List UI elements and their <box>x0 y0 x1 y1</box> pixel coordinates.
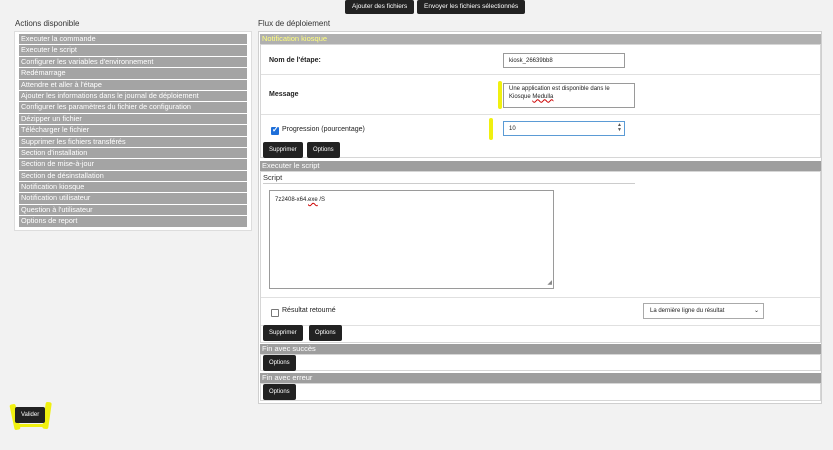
step-name-label: Nom de l'étape: <box>269 57 321 64</box>
action-update-section[interactable]: Section de mise-à-jour <box>19 159 247 170</box>
step-name-input[interactable]: kiosk_26639bb8 <box>503 53 625 68</box>
script-textarea[interactable]: 7z2408-x64.exe /S ◢ <box>269 190 554 289</box>
progress-checkbox[interactable] <box>271 125 279 135</box>
message-label: Message <box>269 91 299 98</box>
progress-label: Progression (pourcentage) <box>282 126 365 133</box>
message-textarea[interactable]: Une application est disponible dans le K… <box>503 83 635 108</box>
action-wait-goto-step[interactable]: Attendre et aller à l'étape <box>19 79 247 90</box>
action-user-question[interactable]: Question à l'utilisateur <box>19 204 247 216</box>
actions-list: Executer la commande Executer le script … <box>14 31 252 231</box>
spinner-icon[interactable]: ▲ ▼ <box>617 123 622 133</box>
progress-value: 10 <box>509 126 516 132</box>
script-section-body: Script 7z2408-x64.exe /S ◢ Résultat retou… <box>260 171 821 343</box>
action-uninstall-section[interactable]: Section de désinstallation <box>19 170 247 182</box>
action-reboot[interactable]: Redémarrage <box>19 68 247 79</box>
script-text: 7z2408-x64. <box>275 197 309 203</box>
result-label: Résultat retourné <box>282 307 336 314</box>
success-section-body: Options <box>260 354 821 371</box>
script-label: Script <box>263 173 283 182</box>
action-configure-env-vars[interactable]: Configurer les variables d'environnement <box>19 56 247 68</box>
kiosk-section-header[interactable]: Notification kiosque <box>260 34 821 44</box>
message-row: Message Une application est disponible d… <box>261 75 820 115</box>
highlight-mark <box>498 81 502 109</box>
send-selected-files-button[interactable]: Envoyer les fichiers sélectionnés <box>417 0 526 14</box>
progress-input[interactable]: 10 ▲ ▼ <box>503 121 625 136</box>
message-text-underlined: Medulla <box>532 93 554 100</box>
script-section-header[interactable]: Executer le script <box>260 161 821 171</box>
action-execute-script[interactable]: Executer le script <box>19 45 247 56</box>
action-configure-config-file[interactable]: Configurer les paramètres du fichier de … <box>19 102 247 113</box>
action-kiosk-notification[interactable]: Notification kiosque <box>19 182 247 193</box>
resize-handle-icon[interactable]: ◢ <box>547 279 552 288</box>
result-select-value: La dernière ligne du résultat <box>650 308 725 314</box>
action-delete-transferred-files[interactable]: Supprimer les fichiers transférés <box>19 136 247 147</box>
kiosk-delete-button[interactable]: Supprimer <box>263 142 303 158</box>
divider <box>261 297 820 298</box>
kiosk-options-button[interactable]: Options <box>307 142 340 158</box>
deployment-flow: Notification kiosque Nom de l'étape: kio… <box>258 31 822 404</box>
success-options-button[interactable]: Options <box>263 355 296 371</box>
result-select[interactable]: La dernière ligne du résultat ⌄ <box>643 303 764 319</box>
script-text-suffix: /S <box>317 197 326 203</box>
action-install-section[interactable]: Section d'installation <box>19 147 247 159</box>
chevron-down-icon: ⌄ <box>753 308 759 314</box>
error-section-header[interactable]: Fin avec erreur <box>260 373 821 383</box>
action-user-notification[interactable]: Notification utilisateur <box>19 193 247 204</box>
kiosk-section-body: Nom de l'étape: kiosk_26639bb8 Message U… <box>260 44 821 158</box>
action-download-file[interactable]: Télécharger le fichier <box>19 125 247 136</box>
error-section-body: Options <box>260 383 821 401</box>
action-defer-options[interactable]: Options de report <box>19 216 247 227</box>
validate-button[interactable]: Valider <box>15 407 46 423</box>
divider <box>261 325 820 326</box>
add-files-button[interactable]: Ajouter des fichiers <box>345 0 415 14</box>
success-section-header[interactable]: Fin avec succès <box>260 344 821 354</box>
action-unzip-file[interactable]: Dézipper un fichier <box>19 113 247 125</box>
highlight-mark <box>489 118 493 140</box>
script-text-underlined: exe <box>308 197 318 203</box>
highlight-mark <box>14 424 48 427</box>
divider <box>263 183 635 184</box>
script-delete-button[interactable]: Supprimer <box>263 325 303 341</box>
step-name-row: Nom de l'étape: kiosk_26639bb8 <box>261 45 820 75</box>
error-options-button[interactable]: Options <box>263 384 296 400</box>
script-options-button[interactable]: Options <box>309 325 342 341</box>
flow-panel-title: Flux de déploiement <box>258 19 331 28</box>
message-text: Une application est disponible dans le K… <box>509 86 610 100</box>
actions-panel-title: Actions disponible <box>15 19 80 28</box>
action-execute-command[interactable]: Executer la commande <box>19 34 247 45</box>
action-add-log-info[interactable]: Ajouter les informations dans le journal… <box>19 90 247 102</box>
progress-row: Progression (pourcentage) 10 ▲▼ <box>261 115 820 143</box>
result-checkbox[interactable] <box>271 309 279 317</box>
